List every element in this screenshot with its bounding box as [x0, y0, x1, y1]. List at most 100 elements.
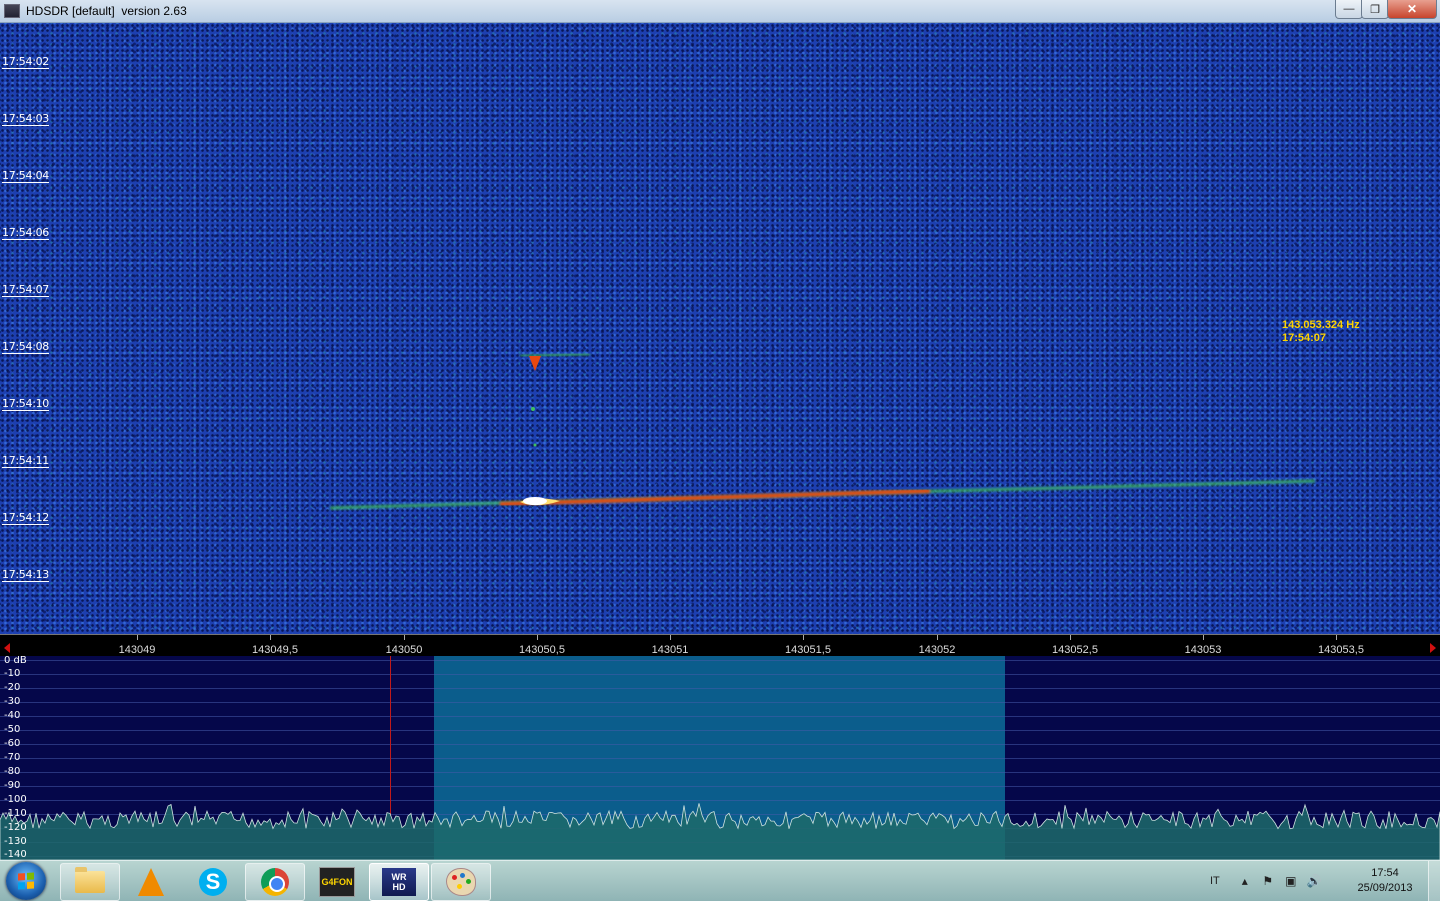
time-label: 17:54:02: [2, 55, 50, 69]
freq-label: 143049,5: [252, 644, 298, 656]
freq-tick: [803, 635, 804, 640]
spectrum-display[interactable]: 0 dB -10 -20 -30 -40 -50 -60 -70 -80 -90…: [0, 656, 1440, 860]
db-label: 0 dB: [4, 656, 27, 666]
chrome-icon: [261, 868, 289, 896]
language-indicator[interactable]: IT: [1210, 875, 1220, 887]
freq-tick: [670, 635, 671, 640]
db-label: -120: [4, 822, 27, 833]
windows-start-icon: [18, 872, 34, 890]
taskbar-explorer[interactable]: [60, 863, 120, 901]
taskbar-wr-hd[interactable]: WR HD: [369, 863, 429, 901]
time-label: 17:54:04: [2, 169, 50, 183]
wr-label: WR: [391, 872, 407, 882]
freq-label: 143050,5: [519, 644, 565, 656]
window-title: HDSDR [default] version 2.63: [26, 4, 187, 18]
time-label: 17:54:12: [2, 511, 50, 525]
freq-tick: [270, 635, 271, 640]
hd-label: HD: [392, 882, 406, 892]
cursor-time: 17:54:07: [1282, 332, 1327, 344]
restore-icon: ❐: [1370, 3, 1380, 16]
taskbar-chrome[interactable]: [245, 863, 305, 901]
freq-tick: [537, 635, 538, 640]
db-label: -40: [4, 710, 21, 721]
freq-tick: [1070, 635, 1071, 640]
start-button[interactable]: [6, 862, 46, 900]
time-label: 17:54:10: [2, 397, 50, 411]
carrier-hotspot: [523, 497, 547, 505]
action-center-flag-icon[interactable]: ⚑: [1261, 874, 1275, 888]
close-icon: ✕: [1406, 2, 1418, 16]
paint-icon: [446, 868, 476, 896]
network-icon[interactable]: ▣: [1284, 874, 1298, 888]
freq-label: 143050: [385, 644, 423, 656]
db-label: -130: [4, 836, 27, 847]
cursor-frequency: 143.053.324 Hz: [1282, 319, 1360, 331]
hdsdr-app-icon: [4, 4, 20, 18]
taskbar-skype[interactable]: S: [183, 863, 243, 901]
freq-label: 143051,5: [785, 644, 831, 656]
scroll-left-arrow-icon[interactable]: [4, 643, 10, 653]
db-label: -20: [4, 682, 21, 693]
cursor-readout: 143.053.324 Hz 17:54:07: [1282, 319, 1360, 345]
freq-tick: [1336, 635, 1337, 640]
freq-label: 143052: [918, 644, 956, 656]
wr-hd-icon: WR HD: [382, 868, 416, 896]
skype-icon: S: [199, 868, 227, 896]
freq-tick: [137, 635, 138, 640]
scroll-right-arrow-icon[interactable]: [1430, 643, 1436, 653]
clock[interactable]: 17:54 25/09/2013: [1350, 866, 1420, 896]
time-label: 17:54:03: [2, 112, 50, 126]
time-label: 17:54:07: [2, 283, 50, 297]
freq-tick: [1203, 635, 1204, 640]
freq-tick: [404, 635, 405, 640]
db-label: -110: [4, 808, 27, 819]
spectrum-noise-floor: [0, 803, 1440, 860]
strong-carrier-trace: [499, 489, 931, 506]
freq-label: 143053: [1184, 644, 1222, 656]
upper-trace: [519, 353, 591, 357]
close-button[interactable]: ✕: [1387, 0, 1437, 19]
taskbar-g4fon[interactable]: G4FON: [307, 863, 367, 901]
db-label: -140: [4, 849, 27, 860]
freq-tick: [937, 635, 938, 640]
waterfall-signal-traces: [329, 353, 1316, 510]
freq-label: 143053,5: [1318, 644, 1364, 656]
upper-burst: [529, 356, 541, 371]
frequency-axis[interactable]: 143049 143049,5 143050 143050,5 143051 1…: [0, 634, 1440, 657]
spectrum-trace: [0, 803, 1440, 860]
time-label: 17:54:08: [2, 340, 50, 354]
trace-dot: [531, 407, 535, 411]
restore-button[interactable]: ❐: [1361, 0, 1389, 19]
db-label: -60: [4, 738, 21, 749]
clock-date: 25/09/2013: [1357, 882, 1413, 894]
freq-label: 143049: [118, 644, 156, 656]
db-label: -70: [4, 752, 21, 763]
db-label: -50: [4, 724, 21, 735]
db-label: -10: [4, 668, 21, 679]
volume-icon[interactable]: 🔊: [1307, 874, 1322, 888]
freq-label: 143051: [651, 644, 689, 656]
vlc-icon: [138, 868, 164, 896]
db-label: -30: [4, 696, 21, 707]
title-bar[interactable]: HDSDR [default] version 2.63 — ❐ ✕: [0, 0, 1440, 23]
db-label: -90: [4, 780, 21, 791]
system-tray: IT ▴ ⚑ ▣ 🔊: [1210, 861, 1330, 901]
g4fon-icon: G4FON: [319, 867, 355, 897]
time-label: 17:54:06: [2, 226, 50, 240]
taskbar: S G4FON WR HD IT ▴ ⚑ ▣ 🔊 17:54 25/09/201…: [0, 860, 1440, 901]
waterfall-display[interactable]: 17:54:02 17:54:03 17:54:04 17:54:06 17:5…: [0, 23, 1440, 634]
time-label: 17:54:11: [2, 454, 50, 468]
db-label: -80: [4, 766, 21, 777]
minimize-button[interactable]: —: [1335, 0, 1363, 19]
freq-label: 143052,5: [1052, 644, 1098, 656]
trace-dot: [533, 443, 537, 447]
taskbar-vlc[interactable]: [121, 863, 181, 901]
show-desktop-button[interactable]: [1428, 861, 1440, 901]
show-hidden-icons-icon[interactable]: ▴: [1238, 874, 1252, 888]
folder-icon: [75, 867, 105, 893]
taskbar-paint[interactable]: [431, 863, 491, 901]
db-label: -100: [4, 794, 27, 805]
time-label: 17:54:13: [2, 568, 50, 582]
clock-time: 17:54: [1371, 867, 1399, 879]
minimize-icon: —: [1343, 3, 1355, 15]
